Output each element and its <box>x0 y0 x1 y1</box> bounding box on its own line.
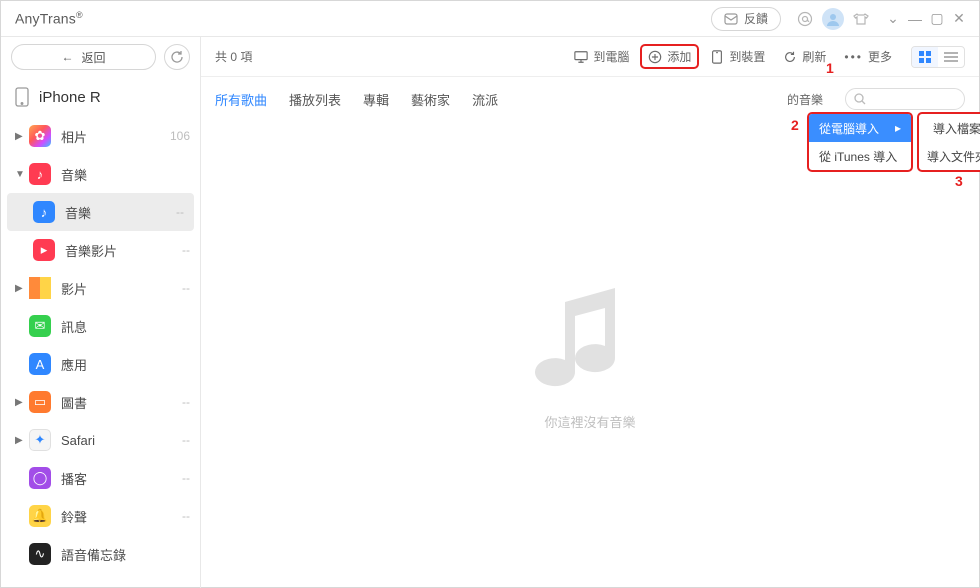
add-source-menu: 從電腦導入 ▸ 從 iTunes 導入 <box>807 112 913 172</box>
safari-icon: ✦ <box>29 429 51 451</box>
music-note-icon: ♪ <box>33 201 55 223</box>
menu-from-itunes[interactable]: 從 iTunes 導入 <box>809 142 911 170</box>
annotation-1: 1 <box>826 60 834 76</box>
book-icon: ▭ <box>29 391 51 413</box>
annotation-2: 2 <box>791 117 799 133</box>
sidebar-item-music[interactable]: ▼ ♪ 音樂 <box>1 155 200 193</box>
waveform-icon: ∿ <box>29 543 51 565</box>
feedback-label: 反饋 <box>744 10 768 27</box>
chevron-right-icon: ▸ <box>895 121 901 135</box>
feedback-button[interactable]: 反饋 <box>711 7 781 31</box>
back-label: 返回 <box>81 49 105 66</box>
plus-circle-icon <box>648 50 662 64</box>
tab-albums[interactable]: 專輯 <box>363 90 389 109</box>
chevron-right-icon: ▶ <box>15 397 25 408</box>
music-note-icon <box>535 278 645 398</box>
bell-icon: 🔔 <box>29 505 51 527</box>
item-count: 共 0 項 <box>215 48 563 65</box>
sidebar-item-safari[interactable]: ▶ ✦ Safari -- <box>1 421 200 459</box>
to-computer-button[interactable]: 到電腦 <box>567 44 636 69</box>
tab-all-songs[interactable]: 所有歌曲 <box>215 90 267 109</box>
close-icon[interactable]: ✕ <box>949 9 969 29</box>
arrow-left-icon: ← <box>61 50 73 64</box>
right-label: 的音樂 <box>787 91 823 108</box>
sidebar-item-books[interactable]: ▶ ▭ 圖書 -- <box>1 383 200 421</box>
sidebar-refresh-button[interactable] <box>164 44 190 70</box>
search-icon <box>854 93 866 105</box>
maximize-icon[interactable]: ▢ <box>927 9 947 29</box>
shirt-icon[interactable] <box>850 8 872 30</box>
sidebar-item-apps[interactable]: A 應用 <box>1 345 200 383</box>
menu-import-file[interactable]: 導入檔案 <box>919 114 980 142</box>
tab-playlists[interactable]: 播放列表 <box>289 90 341 109</box>
photos-icon: ✿ <box>29 125 51 147</box>
empty-message: 你這裡沒有音樂 <box>544 412 635 431</box>
menu-from-computer[interactable]: 從電腦導入 ▸ <box>809 114 911 142</box>
device-name: iPhone R <box>39 89 101 106</box>
video-icon <box>29 277 51 299</box>
sidebar-item-video[interactable]: ▶ 影片 -- <box>1 269 200 307</box>
chevron-right-icon: ▶ <box>15 131 25 142</box>
import-type-menu: 導入檔案 導入文件夾 <box>917 112 980 172</box>
message-icon: ✉ <box>29 315 51 337</box>
sidebar-item-podcast[interactable]: ◯ 播客 -- <box>1 459 200 497</box>
sidebar-item-messages[interactable]: ✉ 訊息 <box>1 307 200 345</box>
window-controls: ⌄ — ▢ ✕ <box>883 9 969 29</box>
sidebar-subitem-music-video[interactable]: ▸ 音樂影片 -- <box>1 231 200 269</box>
view-toggle <box>911 46 965 68</box>
dropdown-icon[interactable]: ⌄ <box>883 9 903 29</box>
tab-genres[interactable]: 流派 <box>472 90 498 109</box>
envelope-icon <box>724 13 738 25</box>
sidebar-subitem-music[interactable]: ♪ 音樂 -- <box>7 193 194 231</box>
dots-icon: ••• <box>844 50 863 64</box>
refresh-button[interactable]: 刷新 <box>776 44 833 69</box>
annotation-3: 3 <box>955 173 963 189</box>
at-icon[interactable] <box>794 8 816 30</box>
device-row[interactable]: iPhone R <box>1 77 200 117</box>
app-icon: A <box>29 353 51 375</box>
grid-view-button[interactable] <box>912 47 938 67</box>
back-button[interactable]: ← 返回 <box>11 44 156 70</box>
refresh-icon <box>783 50 797 64</box>
menu-import-folder[interactable]: 導入文件夾 <box>919 142 980 170</box>
to-device-button[interactable]: 到裝置 <box>703 44 772 69</box>
chevron-right-icon: ▶ <box>15 435 25 446</box>
user-icon[interactable] <box>822 8 844 30</box>
add-button[interactable]: 添加 <box>640 44 699 69</box>
list-view-button[interactable] <box>938 47 964 67</box>
device-icon <box>710 50 724 64</box>
sidebar-item-photos[interactable]: ▶ ✿ 相片 106 <box>1 117 200 155</box>
empty-state: 你這裡沒有音樂 <box>201 121 979 588</box>
sidebar: ← 返回 iPhone R ▶ ✿ 相片 106 ▼ ♪ 音樂 ♪ <box>1 37 201 588</box>
toolbar: 共 0 項 到電腦 添加 到裝置 刷新 ••• 更多 <box>201 37 979 77</box>
titlebar: AnyTrans® 反饋 ⌄ — ▢ ✕ <box>1 1 979 37</box>
podcast-icon: ◯ <box>29 467 51 489</box>
phone-icon <box>15 87 29 107</box>
app-name: AnyTrans® <box>15 10 83 27</box>
content-area: 共 0 項 到電腦 添加 到裝置 刷新 ••• 更多 <box>201 37 979 588</box>
tab-artists[interactable]: 藝術家 <box>411 90 450 109</box>
chevron-down-icon: ▼ <box>15 169 25 180</box>
minimize-icon[interactable]: — <box>905 9 925 29</box>
more-button[interactable]: ••• 更多 <box>837 44 899 69</box>
search-input[interactable] <box>845 88 965 110</box>
chevron-right-icon: ▶ <box>15 283 25 294</box>
sidebar-item-ringtone[interactable]: 🔔 鈴聲 -- <box>1 497 200 535</box>
monitor-icon <box>574 50 588 64</box>
music-icon: ♪ <box>29 163 51 185</box>
sidebar-item-voicememo[interactable]: ∿ 語音備忘錄 <box>1 535 200 573</box>
music-video-icon: ▸ <box>33 239 55 261</box>
